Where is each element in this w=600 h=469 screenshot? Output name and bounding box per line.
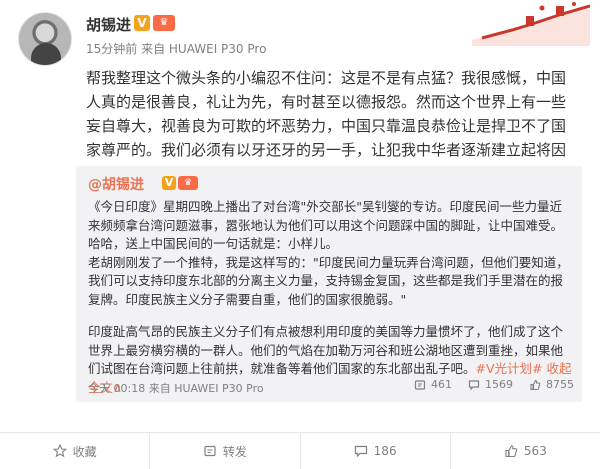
repost-member-badge-icon: ♛ bbox=[178, 176, 198, 190]
member-badge-icon: ♛ bbox=[153, 15, 175, 31]
reposted-content[interactable]: @胡锡进 V ♛ 《今日印度》星期四晚上播出了对台湾"外交部长"吴钊燮的专访。印… bbox=[76, 166, 582, 402]
comment-icon bbox=[354, 445, 367, 458]
star-icon bbox=[52, 444, 67, 458]
like-count[interactable]: 8755 bbox=[529, 378, 574, 391]
repost-button[interactable]: 转发 bbox=[150, 433, 301, 469]
post-meta: 15分钟前 来自 HUAWEI P30 Pro bbox=[86, 42, 267, 56]
comment-count[interactable]: 1569 bbox=[468, 378, 513, 391]
repost-text: 《今日印度》星期四晚上播出了对台湾"外交部长"吴钊燮的专访。印度民间一些力量近来… bbox=[88, 198, 574, 397]
like-icon bbox=[530, 379, 541, 390]
great-wall-decoration-icon bbox=[472, 2, 590, 46]
repost-meta: 今天 00:18 来自 HUAWEI P30 Pro bbox=[88, 382, 264, 395]
verified-badge: V bbox=[134, 15, 150, 31]
repost-icon bbox=[414, 379, 426, 390]
like-icon bbox=[505, 445, 518, 458]
favorite-button[interactable]: 收藏 bbox=[0, 433, 151, 469]
repost-paragraph: 老胡刚刚发了一个推特，我是这样写的："印度民间力量玩弄台湾问题，但他们要知道，我… bbox=[88, 254, 569, 307]
comment-icon bbox=[468, 379, 480, 390]
repost-paragraph: 《今日印度》星期四晚上播出了对台湾"外交部长"吴钊燮的专访。印度民间一些力量近来… bbox=[88, 199, 564, 251]
hashtag-link[interactable]: #V光计划# bbox=[476, 361, 543, 376]
like-button[interactable]: 563 bbox=[451, 433, 600, 469]
repost-count[interactable]: 461 bbox=[414, 378, 452, 391]
action-bar: 收藏 转发 186 563 bbox=[0, 432, 600, 469]
repost-verified-badge: V bbox=[162, 176, 176, 190]
repost-stats: 461 1569 8755 bbox=[414, 378, 574, 391]
weibo-card: 胡锡进 V ♛ 15分钟前 来自 HUAWEI P30 Pro 帮我整理这个微头… bbox=[0, 0, 600, 469]
comment-button[interactable]: 186 bbox=[301, 433, 451, 469]
username[interactable]: 胡锡进 bbox=[86, 14, 131, 35]
repost-username[interactable]: @胡锡进 bbox=[88, 174, 144, 194]
repost-icon bbox=[204, 445, 216, 457]
avatar[interactable] bbox=[18, 12, 72, 66]
